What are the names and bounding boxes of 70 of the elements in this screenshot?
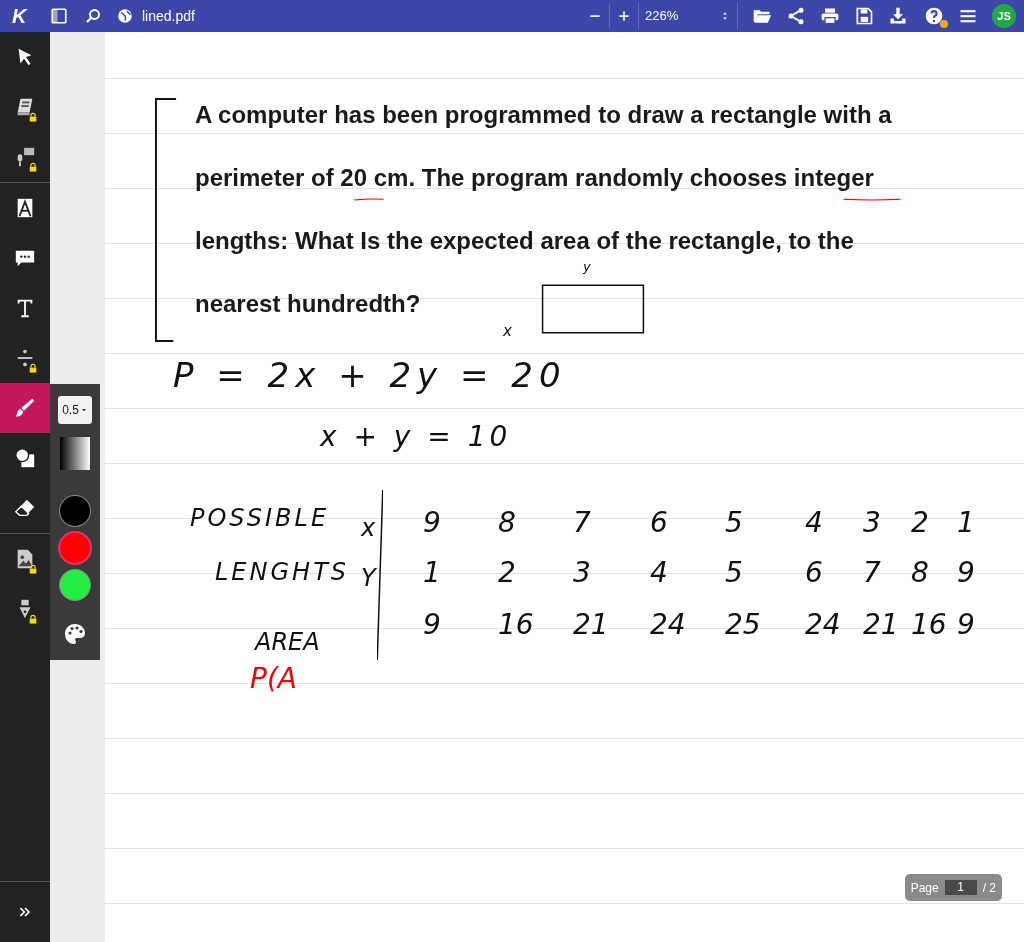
handwritten-text: 6 (650, 505, 668, 541)
handwritten-text: 21 (863, 607, 899, 643)
handwritten-text: 5 (725, 505, 743, 541)
handwritten-text: 16 (498, 607, 534, 643)
lock-icon (28, 614, 38, 624)
color-swatch[interactable] (60, 570, 90, 600)
question-text: A computer has been programmed to draw a rectangle with a (195, 100, 892, 130)
page-label: Page (910, 879, 939, 897)
handwritten-text: 1 (957, 505, 975, 541)
opacity-gradient-swatch[interactable] (60, 437, 90, 470)
search-icon[interactable] (84, 7, 102, 25)
handwritten-text: 5 (725, 555, 743, 591)
handwritten-text: 9 (423, 607, 441, 643)
page-total: / 2 (982, 879, 996, 897)
shapes-icon (14, 447, 36, 469)
lock-icon (28, 363, 38, 373)
print-icon[interactable] (820, 6, 840, 26)
handwritten-text: 7 (573, 505, 591, 541)
eraser-icon (14, 497, 36, 519)
share-icon[interactable] (786, 6, 806, 26)
caret-icon (79, 406, 88, 414)
file-name: lined.pdf (142, 6, 195, 26)
handwritten-text: 24 (650, 607, 686, 643)
handwritten-text: 21 (573, 607, 609, 643)
handwritten-text: Y (361, 563, 376, 594)
lock-icon (28, 564, 38, 574)
handwritten-text: LENGHTS (215, 557, 350, 588)
handwritten-text: 8 (498, 505, 516, 541)
globe-icon[interactable] (116, 7, 134, 25)
handwritten-text: 4 (805, 505, 823, 541)
handwritten-text: x + y = 10 (320, 419, 512, 455)
handwritten-text: 8 (911, 555, 929, 591)
brush-icon (14, 397, 36, 419)
handwritten-text: POSSIBLE (190, 503, 330, 534)
handwritten-text: x (361, 513, 376, 544)
lock-icon (28, 112, 38, 122)
app-logo[interactable]: K (12, 1, 28, 31)
handwritten-text: 9 (423, 505, 441, 541)
handwritten-text: 25 (725, 607, 761, 643)
question-text: perimeter of 20 cm. The program randomly chooses integer (195, 163, 874, 193)
page-number-field[interactable]: 1 (944, 880, 977, 895)
handwritten-text: AREA (255, 627, 320, 658)
sidebar-toggle-icon[interactable] (50, 7, 68, 25)
color-swatch[interactable] (60, 496, 90, 526)
handwritten-text: 24 (805, 607, 841, 643)
zoom-in-icon[interactable] (616, 8, 632, 24)
handwritten-text: 7 (863, 555, 881, 591)
handwritten-text: 9 (957, 555, 975, 591)
handwritten-text: 3 (863, 505, 881, 541)
download-icon[interactable] (888, 6, 908, 26)
color-swatch[interactable] (60, 533, 90, 563)
palette-icon[interactable] (63, 622, 87, 646)
handwritten-text: 2 (911, 505, 929, 541)
handwritten-text: P = 2x + 2y = 20 (173, 354, 567, 397)
save-icon[interactable] (854, 6, 874, 26)
handwritten-text: 1 (423, 555, 441, 591)
handwritten-text: 9 (957, 607, 975, 643)
handwritten-text: 16 (911, 607, 947, 643)
lock-icon (28, 162, 38, 172)
handwritten-text: P(A (250, 661, 297, 697)
handwritten-text: x (503, 321, 512, 342)
handwritten-text: y (583, 258, 591, 276)
zoom-select[interactable]: 226% (638, 3, 738, 29)
handwritten-text: 2 (498, 555, 516, 591)
question-text: nearest hundredth? (195, 289, 421, 319)
line-width-select[interactable]: 0.5 (58, 396, 92, 424)
question-text: lengths: What Is the expected area of the rectangle, to the (195, 226, 854, 256)
handwritten-text: 6 (805, 555, 823, 591)
handwritten-text: 4 (650, 555, 668, 591)
handwritten-text: 3 (573, 555, 591, 591)
